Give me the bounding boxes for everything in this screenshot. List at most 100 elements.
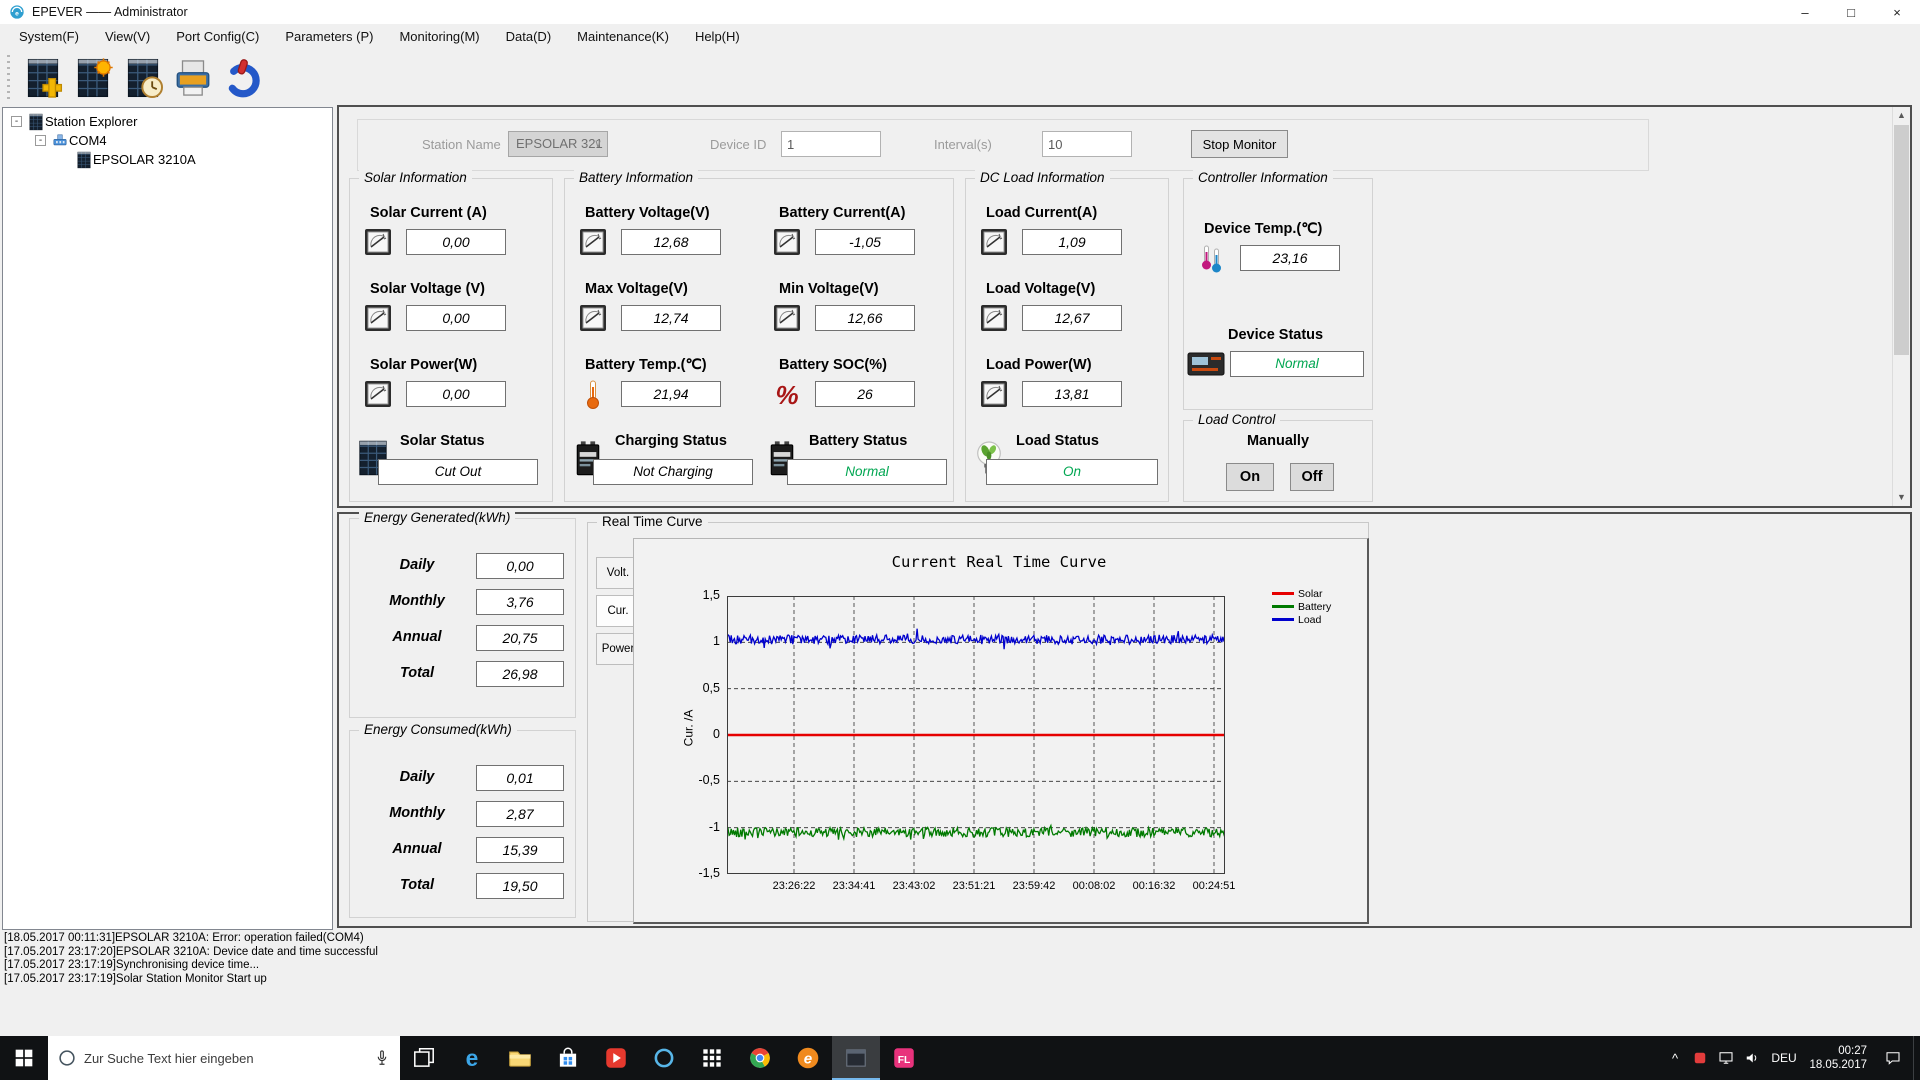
energy-label: Annual: [364, 629, 470, 645]
scrollbar-thumb[interactable]: [1894, 125, 1909, 355]
language-indicator[interactable]: DEU: [1765, 1036, 1803, 1080]
x-tick-label: 23:34:41: [821, 880, 887, 892]
scroll-down-arrow[interactable]: ▼: [1893, 489, 1910, 506]
solar-panel-clock-icon: [122, 57, 164, 99]
solar-panel-plus-icon: [22, 57, 64, 99]
metric-label: Battery Voltage(V): [565, 205, 759, 221]
status-charging-status: Charging StatusNot Charging: [565, 431, 759, 495]
solar-information-group: Solar Information Solar Current (A)0,00 …: [349, 178, 553, 502]
station-name-label: Station Name: [422, 137, 501, 152]
close-button[interactable]: ×: [1874, 0, 1920, 24]
print-button[interactable]: [168, 53, 218, 103]
exit-button[interactable]: [218, 53, 268, 103]
meter-icon: [978, 302, 1010, 334]
menu-data-d[interactable]: Data(D): [493, 24, 565, 50]
app-grid-taskbar-button[interactable]: [688, 1036, 736, 1080]
legend-swatch: [1272, 592, 1294, 595]
station-time-button[interactable]: [118, 53, 168, 103]
metric-row: 23,16: [1184, 242, 1378, 278]
taskbar: Zur Suche Text hier eingeben ^ DEU 00:27…: [0, 1036, 1920, 1080]
monitor-panel: Station Name EPSOLAR 321∨ Device ID Inte…: [337, 105, 1912, 508]
metric-label: Device Temp.(℃): [1184, 221, 1378, 237]
log-line: [17.05.2017 23:17:20]EPSOLAR 3210A: Devi…: [4, 946, 1904, 960]
store-taskbar-button[interactable]: [544, 1036, 592, 1080]
chrome-taskbar-button[interactable]: [736, 1036, 784, 1080]
menu-parameters-p[interactable]: Parameters (P): [272, 24, 386, 50]
hidden-icons-chevron[interactable]: ^: [1663, 1036, 1687, 1080]
station-name-select[interactable]: EPSOLAR 321∨: [508, 131, 608, 157]
edge-taskbar-button[interactable]: [448, 1036, 496, 1080]
taskbar-search[interactable]: Zur Suche Text hier eingeben: [48, 1036, 400, 1080]
tray-monitor-icon[interactable]: [1713, 1036, 1739, 1080]
vertical-scrollbar[interactable]: ▲ ▼: [1892, 107, 1910, 506]
filmora-taskbar-button[interactable]: [880, 1036, 928, 1080]
metric-label: Load Current(A): [966, 205, 1160, 221]
device-id-input[interactable]: [781, 131, 881, 157]
energy-value: 20,75: [476, 625, 564, 651]
y-tick-label: -0,5: [674, 773, 720, 787]
task-view-taskbar-button[interactable]: [400, 1036, 448, 1080]
menubar: System(F)View(V)Port Config(C)Parameters…: [0, 24, 1920, 50]
metric-value: 0,00: [406, 305, 506, 331]
add-station-button[interactable]: [18, 53, 68, 103]
y-tick-label: 1: [674, 634, 720, 648]
status-load-status: Load StatusOn: [966, 431, 1166, 495]
tray-red-icon[interactable]: [1687, 1036, 1713, 1080]
x-tick-label: 00:24:51: [1181, 880, 1247, 892]
manually-label: Manually: [1184, 433, 1372, 449]
start-button[interactable]: [0, 1036, 48, 1080]
status-label: Load Status: [1016, 433, 1099, 449]
menu-help-h[interactable]: Help(H): [682, 24, 753, 50]
menu-maintenance-k[interactable]: Maintenance(K): [564, 24, 682, 50]
maximize-button[interactable]: □: [1828, 0, 1874, 24]
volume-icon[interactable]: [1739, 1036, 1765, 1080]
cortana-ring-icon: [56, 1047, 78, 1069]
energy-row-total: Total26,98: [350, 661, 575, 691]
metric-load-voltage-v: Load Voltage(V)12,67: [966, 281, 1160, 338]
tree-expander-icon[interactable]: -: [11, 116, 22, 127]
stop-monitor-button[interactable]: Stop Monitor: [1191, 130, 1288, 158]
action-center-icon[interactable]: [1873, 1036, 1913, 1080]
tree-expander-icon[interactable]: -: [35, 135, 46, 146]
load-on-button[interactable]: On: [1226, 463, 1274, 491]
load-control-group: Load Control Manually On Off: [1183, 420, 1373, 502]
interval-input[interactable]: [1042, 131, 1132, 157]
solar-panel-sun-icon: [72, 57, 114, 99]
y-tick-label: -1,5: [674, 866, 720, 880]
tree-item-epsolar-3210a[interactable]: EPSOLAR 3210A: [3, 150, 332, 169]
monitor-station-button[interactable]: [68, 53, 118, 103]
taskbar-clock[interactable]: 00:27 18.05.2017: [1803, 1036, 1873, 1080]
meter-icon: [771, 302, 803, 334]
epever-taskbar-button[interactable]: [784, 1036, 832, 1080]
metric-row: 0,00: [350, 226, 544, 262]
tree-item-station-explorer[interactable]: -Station Explorer: [3, 112, 332, 131]
media-player-taskbar-button[interactable]: [592, 1036, 640, 1080]
cortana-taskbar-button[interactable]: [640, 1036, 688, 1080]
metric-row: 0,00: [350, 302, 544, 338]
file-explorer-taskbar-button[interactable]: [496, 1036, 544, 1080]
menu-port-config-c[interactable]: Port Config(C): [163, 24, 272, 50]
solar-station-monitor-taskbar-button[interactable]: [832, 1036, 880, 1080]
microphone-icon[interactable]: [372, 1048, 392, 1068]
menu-monitoring-m[interactable]: Monitoring(M): [386, 24, 492, 50]
log-line: [17.05.2017 23:17:19]Solar Station Monit…: [4, 973, 1904, 987]
energy-row-annual: Annual15,39: [350, 837, 575, 867]
log-line: [17.05.2017 23:17:19]Synchronising devic…: [4, 959, 1904, 973]
task-view-icon: [411, 1045, 437, 1071]
metric-label: Solar Power(W): [350, 357, 544, 373]
scroll-up-arrow[interactable]: ▲: [1893, 107, 1910, 124]
menu-view-v[interactable]: View(V): [92, 24, 163, 50]
metric-row: 21,94: [565, 378, 759, 414]
menu-system-f[interactable]: System(F): [6, 24, 92, 50]
load-off-button[interactable]: Off: [1290, 463, 1334, 491]
energy-value: 15,39: [476, 837, 564, 863]
y-tick-label: 0: [674, 727, 720, 741]
energy-row-annual: Annual 20,75: [350, 625, 575, 655]
meter-icon: [771, 226, 803, 258]
tree-item-label: COM4: [69, 133, 107, 148]
metric-max-voltage-v: Max Voltage(V)12,74: [565, 281, 759, 338]
minimize-button[interactable]: –: [1782, 0, 1828, 24]
taskbar-time: 00:27: [1838, 1044, 1867, 1058]
tree-item-com4[interactable]: - COM4: [3, 131, 332, 150]
show-desktop-button[interactable]: [1913, 1036, 1920, 1080]
